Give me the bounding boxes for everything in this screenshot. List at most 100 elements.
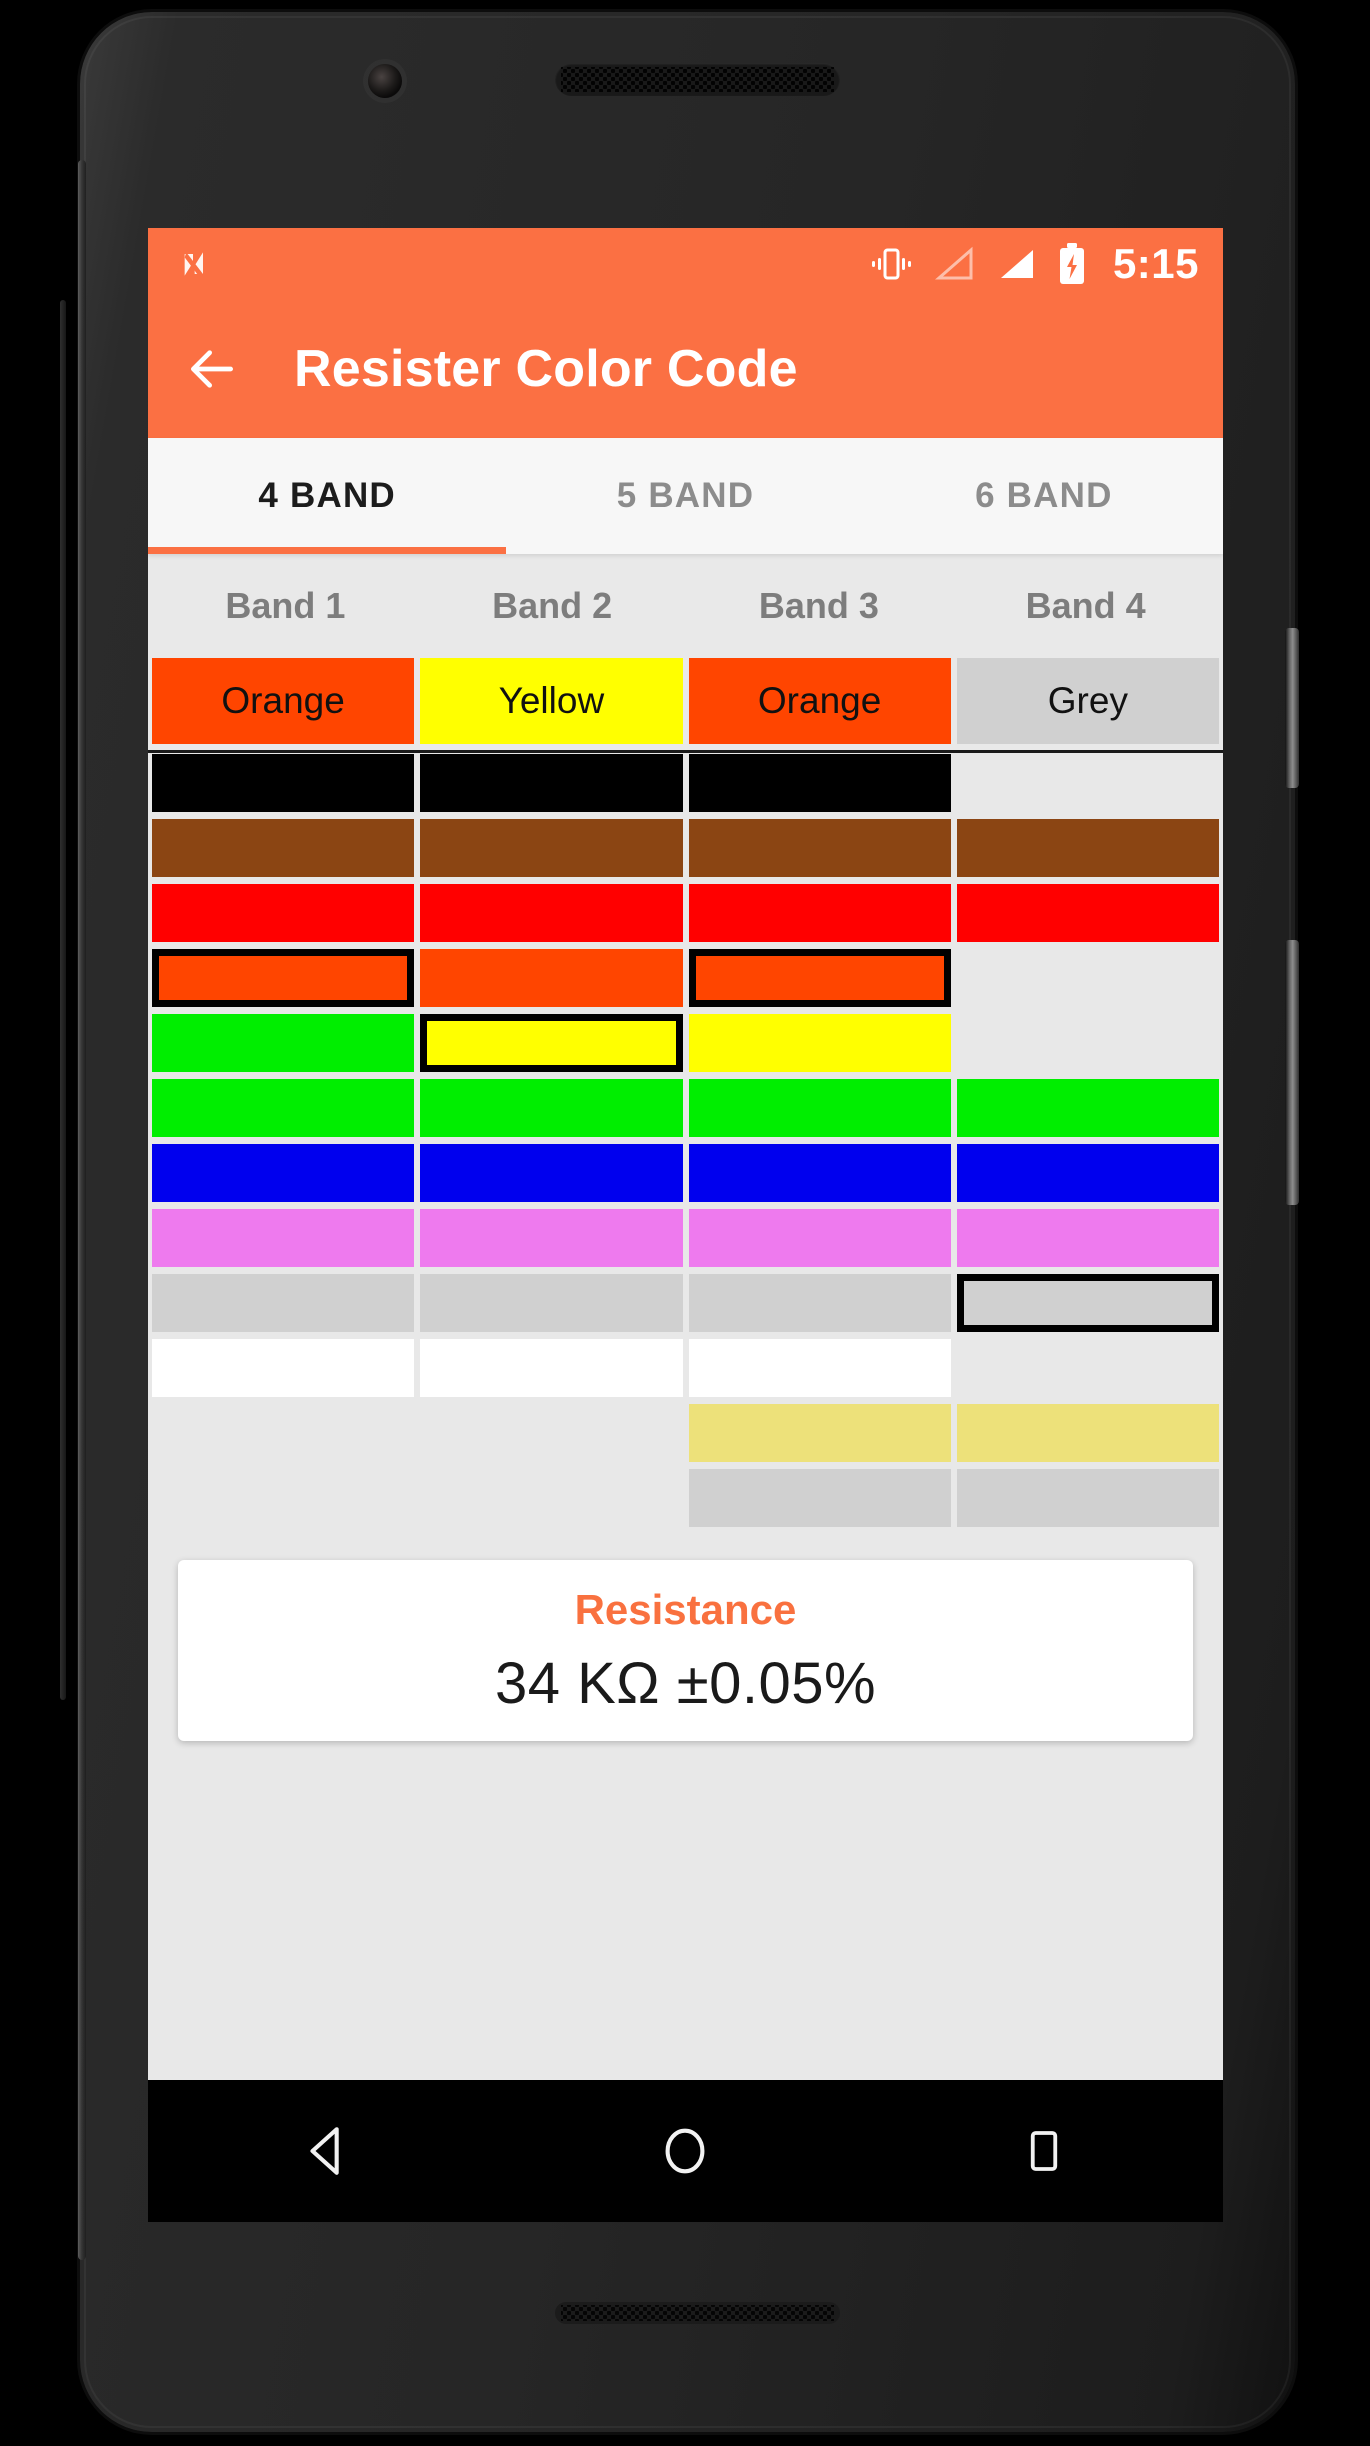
swatch-brown-band-4[interactable] <box>956 819 1219 877</box>
nav-back-button[interactable] <box>267 2080 387 2222</box>
swatch-violet-band-4[interactable] <box>956 1209 1219 1267</box>
swatch-chip <box>152 819 415 877</box>
swatch-chip <box>420 819 683 877</box>
swatch-orange-band-3[interactable] <box>688 949 951 1007</box>
tab-6-band[interactable]: 6 BAND <box>865 438 1223 554</box>
swatch-brown-band-3[interactable] <box>688 819 951 877</box>
swatch-yellow-band-1[interactable] <box>152 1014 415 1072</box>
swatch-chip <box>152 1144 415 1202</box>
swatch-grey-band-2[interactable] <box>420 1274 683 1332</box>
signal-empty-icon <box>934 246 973 280</box>
back-arrow-icon[interactable] <box>184 341 240 397</box>
swatch-green-band-2[interactable] <box>420 1079 683 1137</box>
swatch-empty-band-1 <box>152 1404 414 1462</box>
swatch-empty-band-2 <box>420 1469 682 1527</box>
swatch-chip <box>152 1339 415 1397</box>
swatch-chip <box>152 949 415 1007</box>
swatch-chip <box>956 1404 1219 1462</box>
band-header-1: Band 1 <box>225 585 346 626</box>
selected-value-band-2[interactable]: Yellow <box>420 658 683 744</box>
band-header-3: Band 3 <box>758 585 879 626</box>
android-navigation-bar <box>148 2080 1223 2222</box>
status-bar: 5:15 <box>148 228 1223 300</box>
tab-5-band[interactable]: 5 BAND <box>506 438 864 554</box>
swatch-chip <box>420 1274 683 1332</box>
swatch-gold-band-4[interactable] <box>956 1404 1219 1462</box>
swatch-row-violet <box>152 1209 1219 1267</box>
swatch-black-band-1[interactable] <box>152 754 415 812</box>
resistance-result-card: Resistance 34 KΩ ±0.05% <box>178 1560 1193 1741</box>
swatch-red-band-1[interactable] <box>152 884 415 942</box>
swatch-white-band-1[interactable] <box>152 1339 415 1397</box>
power-button[interactable] <box>1285 628 1299 788</box>
swatch-green-band-3[interactable] <box>688 1079 951 1137</box>
swatch-row-orange <box>152 949 1219 1007</box>
selected-values-row: Orange Yellow Orange Grey <box>148 658 1223 750</box>
swatch-chip <box>420 1339 683 1397</box>
swatch-blue-band-4[interactable] <box>956 1144 1219 1202</box>
swatch-green-band-1[interactable] <box>152 1079 415 1137</box>
swatch-brown-band-1[interactable] <box>152 819 415 877</box>
swatch-violet-band-1[interactable] <box>152 1209 415 1267</box>
swatch-chip <box>688 949 951 1007</box>
swatch-black-band-2[interactable] <box>420 754 683 812</box>
swatch-silver-band-3[interactable] <box>688 1469 951 1527</box>
swatch-violet-band-3[interactable] <box>688 1209 951 1267</box>
swatch-black-band-3[interactable] <box>688 754 951 812</box>
swatch-white-band-3[interactable] <box>688 1339 951 1397</box>
swatch-chip <box>956 1469 1219 1527</box>
swatch-row-yellow <box>152 1014 1219 1072</box>
resistance-label: Resistance <box>574 1586 797 1633</box>
nav-home-button[interactable] <box>625 2080 745 2222</box>
swatch-violet-band-2[interactable] <box>420 1209 683 1267</box>
band-header-2: Band 2 <box>492 585 613 626</box>
swatch-gold-band-3[interactable] <box>688 1404 951 1462</box>
swatch-chip <box>688 1339 951 1397</box>
swatch-row-green <box>152 1079 1219 1137</box>
swatch-row-grey <box>152 1274 1219 1332</box>
swatch-chip <box>688 1014 951 1072</box>
nav-recents-button[interactable] <box>984 2080 1104 2222</box>
swatch-chip <box>152 884 415 942</box>
swatch-empty-band-4 <box>957 949 1219 1007</box>
swatch-green-band-4[interactable] <box>956 1079 1219 1137</box>
volume-rocker-button[interactable] <box>1285 940 1299 1205</box>
swatch-grey-band-3[interactable] <box>688 1274 951 1332</box>
swatch-red-band-2[interactable] <box>420 884 683 942</box>
nav-home-icon <box>666 2128 705 2174</box>
swatch-red-band-4[interactable] <box>956 884 1219 942</box>
tab-4-band[interactable]: 4 BAND <box>148 438 507 554</box>
selected-value-band-4[interactable]: Grey <box>956 658 1219 744</box>
swatch-blue-band-2[interactable] <box>420 1144 683 1202</box>
status-bar-left <box>178 244 218 284</box>
swatch-grey-band-1[interactable] <box>152 1274 415 1332</box>
swatch-blue-band-1[interactable] <box>152 1144 415 1202</box>
swatch-yellow-band-2[interactable] <box>420 1014 683 1072</box>
status-bar-clock: 5:15 <box>1112 240 1199 287</box>
swatch-chip <box>688 1274 951 1332</box>
swatch-chip <box>152 1014 415 1072</box>
swatch-silver-band-4[interactable] <box>956 1469 1219 1527</box>
swatch-chip <box>688 1209 951 1267</box>
swatch-chip <box>420 754 683 812</box>
swatch-chip <box>956 819 1219 877</box>
swatch-row-brown <box>152 819 1219 877</box>
swatch-red-band-3[interactable] <box>688 884 951 942</box>
swatch-grey-band-4[interactable] <box>956 1274 1219 1332</box>
front-camera <box>368 64 402 98</box>
selected-value-band-1[interactable]: Orange <box>152 658 415 744</box>
swatch-white-band-2[interactable] <box>420 1339 683 1397</box>
swatch-blue-band-3[interactable] <box>688 1144 951 1202</box>
phone-left-edge-secondary <box>60 300 66 1700</box>
status-bar-right: 5:15 <box>869 240 1199 288</box>
selected-value-band-3[interactable]: Orange <box>688 658 951 744</box>
swatch-chip <box>152 1209 415 1267</box>
swatch-yellow-band-3[interactable] <box>688 1014 951 1072</box>
signal-full-icon <box>1000 250 1033 278</box>
swatch-chip <box>688 884 951 942</box>
android-n-logo-icon <box>184 252 203 276</box>
swatch-orange-band-1[interactable] <box>152 949 415 1007</box>
swatch-brown-band-2[interactable] <box>420 819 683 877</box>
swatch-orange-band-2[interactable] <box>420 949 683 1007</box>
swatch-chip <box>956 1209 1219 1267</box>
